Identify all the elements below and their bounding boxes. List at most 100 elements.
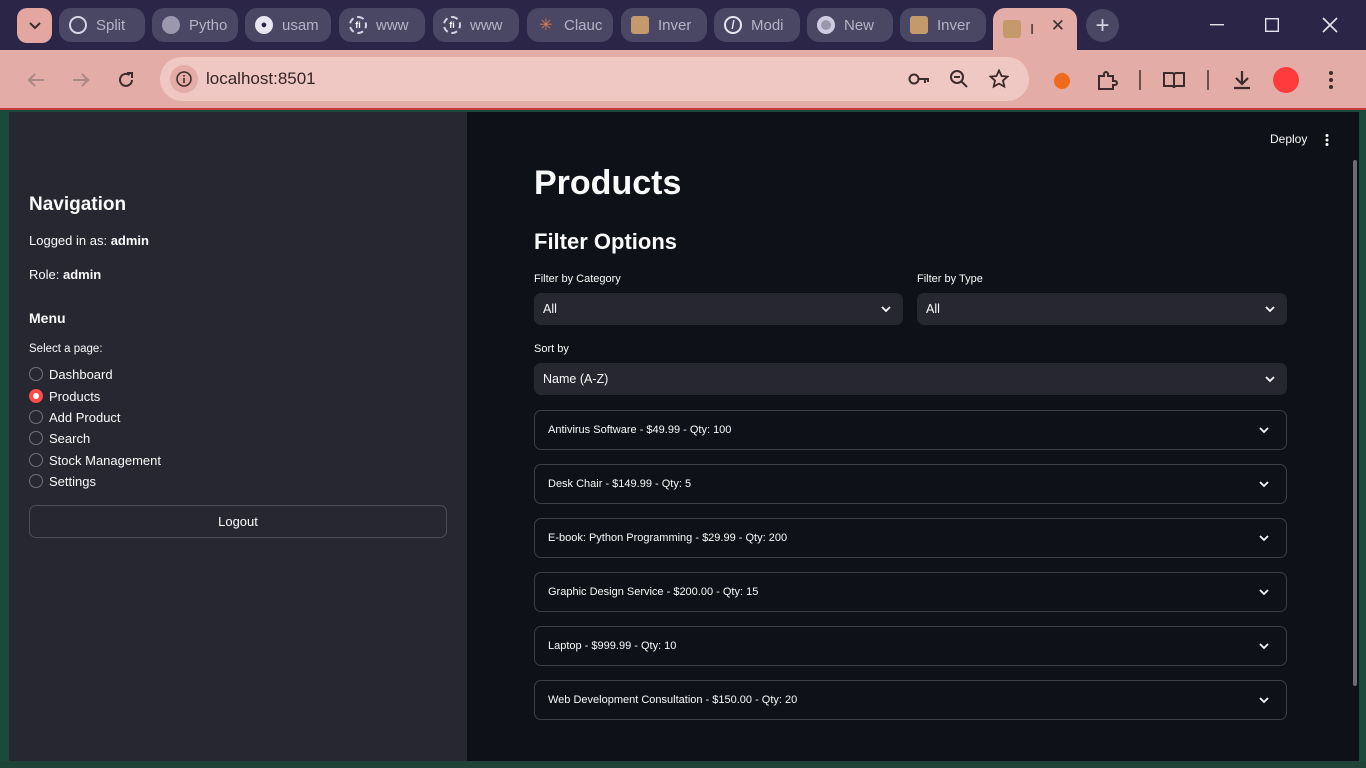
radio-option-label[interactable]: Settings [49,474,96,489]
page-radio-settings[interactable]: Settings [29,472,96,490]
sidebar-title: Navigation [29,194,127,215]
radio-option-label[interactable]: Products [49,389,100,404]
browser-toolbar: localhost:8501 [0,50,1366,110]
sort-select[interactable]: Name (A-Z) [534,363,1287,395]
product-expander[interactable]: E-book: Python Programming - $29.99 - Qt… [534,518,1287,558]
chevron-down-icon [28,21,41,29]
page-radio-add-product[interactable]: Add Product [29,408,121,426]
key-icon[interactable] [907,67,931,91]
radio-circle-selected[interactable] [29,389,43,403]
browser-tab[interactable]: ✳ Clauc [527,8,613,42]
tab-title: Inver [937,16,971,34]
browser-tab[interactable]: fi www [433,8,519,42]
radio-option-label[interactable]: Stock Management [49,453,161,468]
radio-option-label[interactable]: Dashboard [49,367,113,382]
extension-flame-icon[interactable] [1048,66,1076,94]
url-text[interactable]: localhost:8501 [206,69,316,89]
filter-type-select[interactable]: All [917,293,1287,325]
address-bar[interactable]: localhost:8501 [160,57,1029,101]
chevron-down-icon [1259,589,1269,596]
browser-tab[interactable]: New [807,8,893,42]
radio-circle[interactable] [29,410,43,424]
product-expander[interactable]: Web Development Consultation - $150.00 -… [534,680,1287,720]
new-tab-button[interactable]: + [1086,9,1119,42]
arrow-right-icon [73,73,90,87]
product-summary: E-book: Python Programming - $29.99 - Qt… [548,532,788,544]
download-icon[interactable] [1228,66,1256,94]
fi-icon: fi [443,16,461,34]
reading-list-icon[interactable] [1160,66,1188,94]
radio-circle[interactable] [29,367,43,381]
radio-circle[interactable] [29,431,43,445]
product-summary: Desk Chair - $149.99 - Qty: 5 [548,478,692,490]
product-summary: Laptop - $999.99 - Qty: 10 [548,640,677,652]
product-summary: Web Development Consultation - $150.00 -… [548,694,798,706]
role-value: admin [62,267,102,282]
globe-icon [162,16,180,34]
product-expander[interactable]: Desk Chair - $149.99 - Qty: 5 [534,464,1287,504]
filter-category-select[interactable]: All [534,293,903,325]
chevron-down-icon [1259,427,1269,434]
tab-title: Inver [658,16,692,34]
chevron-down-icon [1265,376,1275,383]
close-window-button[interactable] [1310,10,1350,40]
profile-avatar[interactable] [1272,66,1300,94]
page-scrollbar[interactable] [1353,160,1357,686]
deploy-button[interactable]: Deploy [1270,132,1307,146]
reload-button[interactable] [112,66,140,94]
bookmark-star-icon[interactable] [987,67,1011,91]
select-value: Name (A-Z) [543,372,609,386]
radio-option-label[interactable]: Search [49,431,90,446]
select-value: All [926,302,940,316]
site-info-icon[interactable] [170,65,198,93]
chevron-down-icon [1259,535,1269,542]
browser-tab[interactable]: Inver [621,8,707,42]
radio-circle[interactable] [29,474,43,488]
radio-option-label[interactable]: Add Product [49,410,121,425]
page-radio-stock-management[interactable]: Stock Management [29,451,161,469]
browser-tab[interactable]: Pytho [152,8,238,42]
product-expander[interactable]: Laptop - $999.99 - Qty: 10 [534,626,1287,666]
logout-button[interactable]: Logout [29,505,447,538]
tab-title: www [470,16,503,34]
app-menu-icon[interactable] [1319,132,1335,148]
tab-title: Split [96,16,126,34]
browser-tab[interactable]: ● usam [245,8,331,42]
chevron-down-icon [1265,306,1275,313]
maximize-button[interactable] [1252,10,1292,40]
tab-title: www [376,16,409,34]
tab-title: Clauc [564,16,603,34]
browser-menu-icon[interactable] [1317,66,1345,94]
page-radio-search[interactable]: Search [29,429,90,447]
extensions-puzzle-icon[interactable] [1093,66,1121,94]
product-expander[interactable]: Graphic Design Service - $200.00 - Qty: … [534,572,1287,612]
filter-category-label: Filter by Category [534,273,621,285]
tab-title: usam [282,16,319,34]
tab-title: Pytho [189,16,228,34]
browser-tab[interactable]: Split [59,8,145,42]
tab-title: Modi [751,16,784,34]
browser-tab-active[interactable]: I ✕ [993,8,1077,50]
browser-tab-bar: Split Pytho ● usam fi www fi www ✳ Clauc… [0,0,1366,50]
zoom-icon[interactable] [947,67,971,91]
toolbar-divider [1139,70,1141,90]
back-button[interactable] [22,66,50,94]
menu-heading: Menu [29,310,66,326]
page-radio-dashboard[interactable]: Dashboard [29,365,113,383]
role-text: Role: admin [29,267,102,282]
sort-label: Sort by [534,343,569,355]
minimize-button[interactable] [1197,10,1237,40]
taskbar-edge [0,761,1366,768]
radio-circle[interactable] [29,453,43,467]
chevron-down-icon [881,306,891,313]
close-icon[interactable]: ✕ [1051,16,1065,36]
browser-tab[interactable]: fi www [339,8,425,42]
page-radio-products[interactable]: Products [29,387,100,405]
tab-search-button[interactable] [17,8,52,43]
openai-icon [69,16,87,34]
forward-button[interactable] [67,66,95,94]
browser-tab[interactable]: Inver [900,8,986,42]
browser-tab[interactable]: / Modi [714,8,800,42]
section-title: Filter Options [534,229,677,254]
product-expander[interactable]: Antivirus Software - $49.99 - Qty: 100 [534,410,1287,450]
